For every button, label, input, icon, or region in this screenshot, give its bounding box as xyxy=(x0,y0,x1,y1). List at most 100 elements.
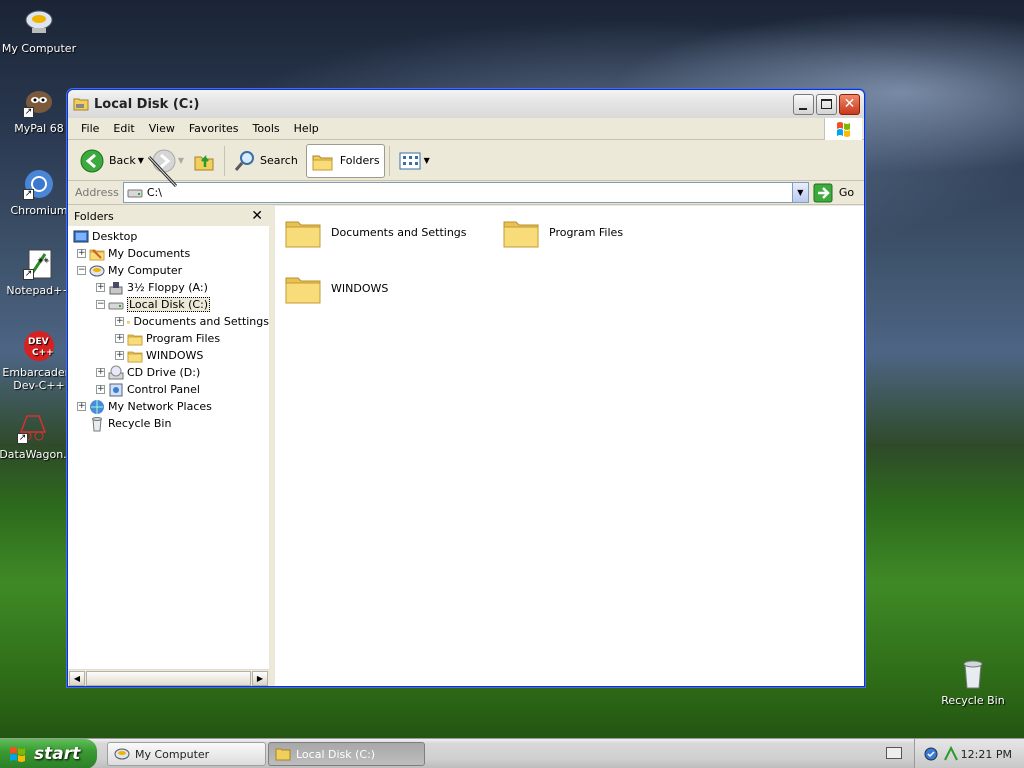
expand-icon[interactable]: + xyxy=(96,368,105,377)
back-dropdown-icon[interactable]: ▼ xyxy=(138,156,144,165)
system-tray: 12:21 PM xyxy=(914,739,1024,768)
task-button-local-disk[interactable]: Local Disk (C:) xyxy=(268,742,425,766)
devcpp-icon: DEV C++ xyxy=(23,330,55,362)
folder-icon xyxy=(127,348,143,364)
tree-item-floppy[interactable]: + 3½ Floppy (A:) xyxy=(68,279,269,296)
desktop-icon-label: Recycle Bin xyxy=(941,694,1005,707)
scroll-thumb[interactable] xyxy=(86,671,251,686)
tree-item-local-disk[interactable]: − Local Disk (C:) xyxy=(68,296,269,313)
minimize-button[interactable] xyxy=(793,94,814,115)
collapse-icon[interactable]: − xyxy=(77,266,86,275)
chromium-icon: ↗ xyxy=(23,168,55,200)
tree-item-control-panel[interactable]: + Control Panel xyxy=(68,381,269,398)
tree-item-windows[interactable]: + WINDOWS xyxy=(68,347,269,364)
expand-icon[interactable]: + xyxy=(96,283,105,292)
taskbar: start My Computer Local Disk (C:) 12:21 … xyxy=(0,738,1024,768)
up-folder-button[interactable] xyxy=(188,144,220,178)
folders-pane-header: Folders ✕ xyxy=(68,206,269,226)
tree-item-cd-drive[interactable]: + CD Drive (D:) xyxy=(68,364,269,381)
tree-item-program-files[interactable]: + Program Files xyxy=(68,330,269,347)
views-button[interactable]: ▼ xyxy=(394,144,434,178)
desktop-icon-recycle-bin[interactable]: Recycle Bin xyxy=(934,658,1012,707)
horizontal-scrollbar[interactable]: ◀ ▶ xyxy=(68,669,269,686)
menu-view[interactable]: View xyxy=(142,122,182,135)
address-field[interactable]: C:\ ▼ xyxy=(122,182,809,203)
shortcut-arrow-icon: ↗ xyxy=(23,269,34,280)
tree-item-label: My Network Places xyxy=(108,400,212,413)
shortcut-arrow-icon: ↗ xyxy=(17,433,28,444)
folder-icon xyxy=(501,212,541,252)
folder-item-label: Program Files xyxy=(549,225,624,239)
tree-item-label: Local Disk (C:) xyxy=(127,297,211,312)
folder-item-windows[interactable]: WINDOWS xyxy=(283,268,388,308)
expand-icon[interactable]: + xyxy=(96,385,105,394)
scroll-left-icon[interactable]: ◀ xyxy=(69,671,85,686)
folder-icon xyxy=(127,331,143,347)
expand-icon[interactable]: + xyxy=(77,249,86,258)
folder-item-documents-and-settings[interactable]: Documents and Settings xyxy=(283,212,467,252)
tree-item-my-documents[interactable]: + My Documents xyxy=(68,245,269,262)
network-places-icon xyxy=(90,399,104,414)
close-icon: ✕ xyxy=(843,96,856,112)
desktop-icon-datawagon[interactable]: ↗ DataWagon. xyxy=(0,412,72,461)
close-pane-icon[interactable]: ✕ xyxy=(251,208,263,224)
recycle-bin-icon xyxy=(957,658,989,690)
svg-text:DEV: DEV xyxy=(28,337,49,347)
tree-item-my-computer[interactable]: − My Computer xyxy=(68,262,269,279)
clock: 12:21 PM xyxy=(960,747,1012,761)
tree-item-desktop[interactable]: Desktop xyxy=(68,228,269,245)
expand-icon[interactable]: + xyxy=(115,317,124,326)
mypal-icon: ↗ xyxy=(23,86,55,118)
go-button[interactable]: Go xyxy=(813,183,854,203)
expand-icon[interactable]: + xyxy=(115,334,124,343)
tree-item-label: CD Drive (D:) xyxy=(127,366,201,379)
back-arrow-icon xyxy=(80,149,104,172)
folder-item-program-files[interactable]: Program Files xyxy=(501,212,623,252)
address-dropdown-button[interactable]: ▼ xyxy=(791,183,808,202)
menu-bar: File Edit View Favorites Tools Help xyxy=(68,118,864,140)
folders-label: Folders xyxy=(339,154,380,167)
search-button[interactable]: Search xyxy=(229,144,302,178)
collapse-icon[interactable]: − xyxy=(96,300,105,309)
my-documents-icon xyxy=(89,248,105,262)
folder-item-label: Documents and Settings xyxy=(331,225,467,239)
tree-item-label: My Documents xyxy=(108,247,191,260)
security-center-icon[interactable] xyxy=(923,746,939,762)
scroll-right-icon[interactable]: ▶ xyxy=(252,671,268,686)
tree-item-network-places[interactable]: + My Network Places xyxy=(68,398,269,415)
folders-button[interactable]: Folders xyxy=(305,143,385,178)
tree-item-label: Documents and Settings xyxy=(133,315,269,328)
tree-item-recycle-bin[interactable]: Recycle Bin xyxy=(68,415,269,432)
desktop-icon xyxy=(73,230,89,242)
expand-icon[interactable]: + xyxy=(77,402,86,411)
network-icon[interactable] xyxy=(943,746,959,762)
close-button[interactable]: ✕ xyxy=(839,94,860,115)
menu-help[interactable]: Help xyxy=(287,122,326,135)
folder-item-label: WINDOWS xyxy=(331,281,389,295)
tree-item-documents-and-settings[interactable]: + Documents and Settings xyxy=(68,313,269,330)
tree-item-label: Desktop xyxy=(92,230,138,243)
desktop-icon-label: My Computer xyxy=(1,42,77,55)
maximize-button[interactable] xyxy=(816,94,837,115)
back-button[interactable]: Back ▼ xyxy=(76,144,148,178)
folder-icon xyxy=(127,314,130,330)
menu-tools[interactable]: Tools xyxy=(246,122,287,135)
control-panel-icon xyxy=(109,383,123,396)
keyboard-icon[interactable] xyxy=(886,747,902,759)
menu-file[interactable]: File xyxy=(74,122,106,135)
drive-icon xyxy=(127,189,143,197)
title-bar[interactable]: Local Disk (C:) ✕ xyxy=(68,90,864,118)
task-button-my-computer[interactable]: My Computer xyxy=(107,742,266,766)
menu-edit[interactable]: Edit xyxy=(106,122,141,135)
windows-logo-icon xyxy=(824,118,862,140)
shortcut-arrow-icon: ↗ xyxy=(23,189,34,200)
go-arrow-icon xyxy=(813,183,833,202)
window-title: Local Disk (C:) xyxy=(94,96,200,112)
menu-favorites[interactable]: Favorites xyxy=(182,122,246,135)
search-icon xyxy=(234,150,255,171)
desktop-icon-my-computer[interactable]: My Computer xyxy=(0,6,78,55)
folder-icon xyxy=(283,268,323,308)
expand-icon[interactable]: + xyxy=(115,351,124,360)
start-button[interactable]: start xyxy=(0,739,97,768)
views-dropdown-icon[interactable]: ▼ xyxy=(424,156,430,165)
